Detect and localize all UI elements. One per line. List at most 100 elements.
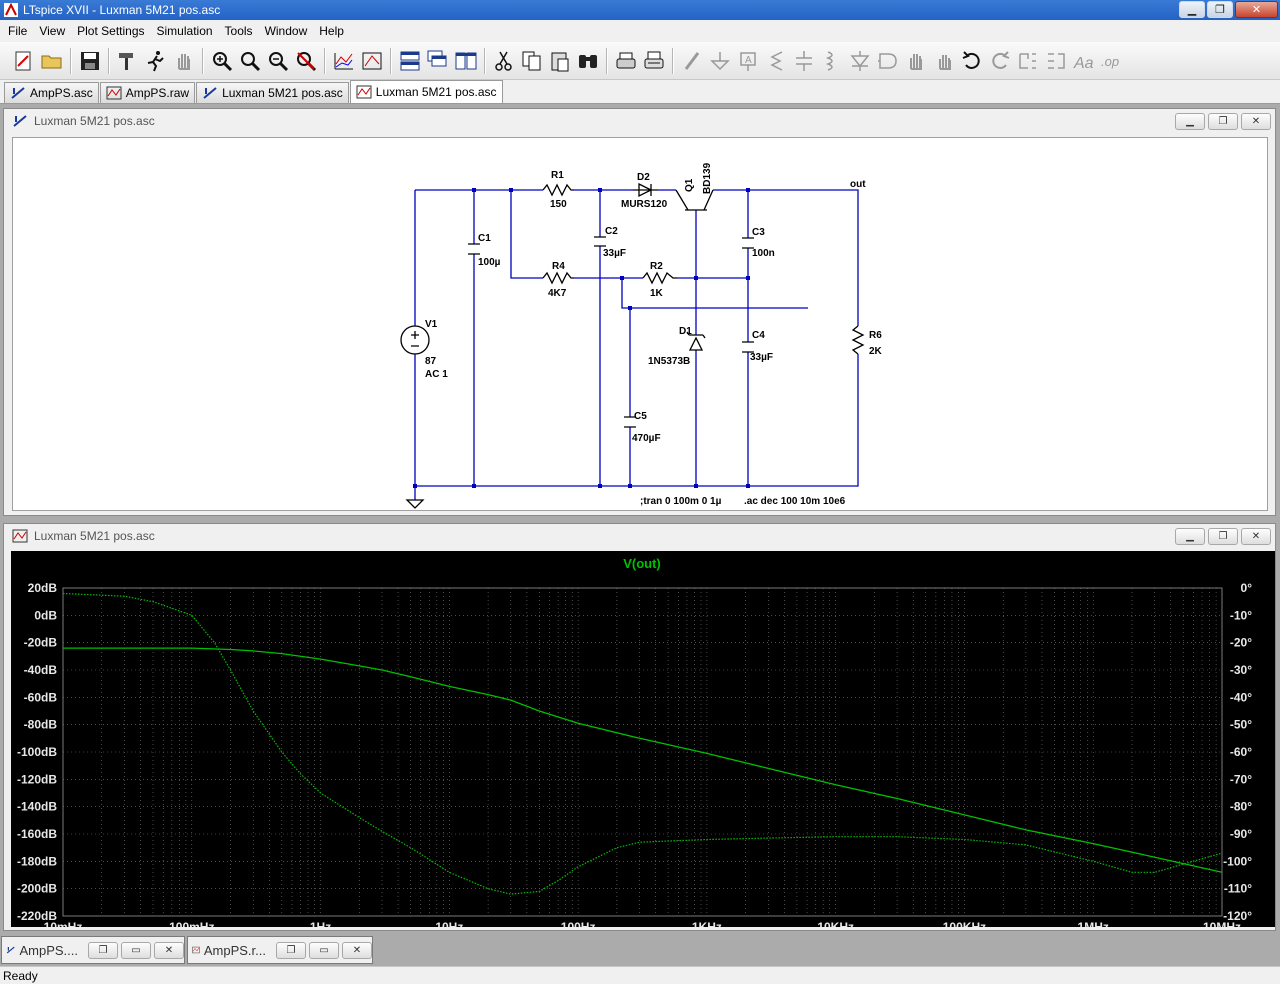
tab-luxman-asc[interactable]: Luxman 5M21 pos.asc (196, 82, 349, 103)
resistor-r1[interactable] (542, 183, 574, 197)
restore-button[interactable]: ❐ (88, 941, 118, 959)
magnitude-trace[interactable] (63, 647, 1223, 873)
zoom-fit-icon[interactable] (236, 47, 264, 75)
resistor-r2[interactable] (642, 271, 677, 285)
label-icon[interactable]: A (734, 47, 762, 75)
halt-hand-icon[interactable] (170, 47, 198, 75)
plot-window-titlebar[interactable]: Luxman 5M21 pos.asc (4, 524, 1275, 548)
maximize-button[interactable]: ▭ (121, 941, 151, 959)
resistor-r6[interactable] (851, 325, 865, 355)
drag-icon[interactable] (930, 47, 958, 75)
y-left-tick-label: -40dB (24, 663, 58, 677)
tile-vertical-icon[interactable] (452, 47, 480, 75)
voltage-source-v1[interactable] (400, 325, 430, 355)
minimized-ampps-raw[interactable]: AmpPS.r... ❐ ▭ ✕ (187, 936, 373, 964)
schematic-restore-button[interactable]: ❐ (1208, 113, 1238, 130)
menu-help[interactable]: Help (313, 24, 350, 38)
plot-restore-button[interactable]: ❐ (1208, 528, 1238, 545)
menu-simulation[interactable]: Simulation (151, 24, 219, 38)
text-icon[interactable]: Aa (1070, 47, 1098, 75)
run-icon[interactable] (142, 47, 170, 75)
print-icon[interactable] (640, 47, 668, 75)
r2-value: 1K (650, 288, 664, 299)
ac-directive[interactable]: .ac dec 100 10m 10e6 (744, 496, 846, 507)
print-preview-icon[interactable] (612, 47, 640, 75)
tab-ampps-asc[interactable]: AmpPS.asc (4, 82, 99, 103)
resistor-icon[interactable] (762, 47, 790, 75)
undo-icon[interactable] (958, 47, 986, 75)
c2-name: C2 (605, 226, 618, 237)
wire-icon[interactable] (678, 47, 706, 75)
schematic-close-button[interactable]: ✕ (1241, 113, 1271, 130)
mirror-icon[interactable] (1042, 47, 1070, 75)
restore-button[interactable]: ❐ (276, 941, 306, 959)
plot-canvas[interactable]: V(out) 10mHz 100mHz 1Hz 10Hz 100Hz 1KHz 10KHz 1… (11, 551, 1275, 934)
zoom-cancel-icon[interactable] (292, 47, 320, 75)
ltspice-app-icon[interactable] (3, 2, 19, 18)
component-icon[interactable] (874, 47, 902, 75)
plot-close-button[interactable]: ✕ (1241, 528, 1271, 545)
find-icon[interactable] (574, 47, 602, 75)
restore-button[interactable]: ❐ (1207, 1, 1233, 18)
tran-directive[interactable]: ;tran 0 100m 0 1µ (640, 496, 722, 507)
open-folder-icon[interactable] (38, 47, 66, 75)
restore-icon: ❐ (1218, 116, 1228, 127)
x-tick-label: 10KHz (817, 920, 854, 927)
menu-view[interactable]: View (33, 24, 71, 38)
minimized-ampps-asc[interactable]: AmpPS.... ❐ ▭ ✕ (1, 936, 185, 964)
menu-file[interactable]: File (2, 24, 33, 38)
menu-window[interactable]: Window (259, 24, 314, 38)
y-right-tick-label: -70° (1230, 772, 1252, 786)
tab-ampps-raw[interactable]: AmpPS.raw (99, 82, 196, 103)
new-schematic-icon[interactable] (10, 47, 38, 75)
hammer-icon[interactable] (114, 47, 142, 75)
tab-luxman-plot[interactable]: Luxman 5M21 pos.asc (349, 80, 503, 103)
inductor-icon[interactable] (818, 47, 846, 75)
c5-value: 470µF (632, 433, 661, 444)
maximize-button[interactable]: ▭ (309, 941, 339, 959)
rotate-icon[interactable] (1014, 47, 1042, 75)
paste-icon[interactable] (546, 47, 574, 75)
save-icon[interactable] (76, 47, 104, 75)
menu-tools[interactable]: Tools (219, 24, 259, 38)
close-button[interactable]: ✕ (342, 941, 372, 959)
redo-icon[interactable] (986, 47, 1014, 75)
zoom-in-icon[interactable] (208, 47, 236, 75)
toolbar-separator (108, 47, 110, 74)
phase-trace[interactable] (62, 592, 1223, 895)
diode-icon[interactable] (846, 47, 874, 75)
capacitor-c4[interactable] (742, 341, 754, 353)
schematic-minimize-button[interactable]: ▁ (1175, 113, 1205, 130)
autorange-icon[interactable] (330, 47, 358, 75)
toolbar-separator (484, 47, 486, 74)
resistor-r4[interactable] (542, 271, 574, 285)
menu-plot-settings[interactable]: Plot Settings (71, 24, 150, 38)
close-button[interactable]: ✕ (1235, 1, 1278, 18)
schematic-canvas[interactable]: R1 150 D2 MURS120 Q1 BD139 out C1 100µ C… (12, 137, 1268, 511)
capacitor-c1[interactable] (468, 243, 480, 255)
capacitor-c3[interactable] (742, 237, 754, 249)
pick-visible-traces-icon[interactable] (358, 47, 386, 75)
move-icon[interactable] (902, 47, 930, 75)
cascade-icon[interactable] (424, 47, 452, 75)
tile-horizontal-icon[interactable] (396, 47, 424, 75)
toolbar-separator (202, 47, 204, 74)
zoom-out-icon[interactable] (264, 47, 292, 75)
copy-icon[interactable] (518, 47, 546, 75)
minimize-button[interactable]: ▁ (1179, 1, 1205, 18)
toolbar-separator (390, 47, 392, 74)
spice-directive-icon[interactable]: .op (1098, 47, 1126, 75)
schematic-icon (203, 87, 217, 99)
diode-d2[interactable] (633, 182, 658, 198)
r4-name: R4 (552, 261, 565, 272)
plot-trace-title[interactable]: V(out) (623, 556, 661, 571)
plot-minimize-button[interactable]: ▁ (1175, 528, 1205, 545)
y-left-tick-label: -120dB (17, 772, 57, 786)
schematic-window-titlebar[interactable]: Luxman 5M21 pos.asc (4, 109, 1275, 133)
close-button[interactable]: ✕ (154, 941, 184, 959)
capacitor-c2[interactable] (594, 236, 606, 247)
cut-icon[interactable] (490, 47, 518, 75)
capacitor-icon[interactable] (790, 47, 818, 75)
junction-dots (413, 188, 750, 488)
ground-icon[interactable] (706, 47, 734, 75)
